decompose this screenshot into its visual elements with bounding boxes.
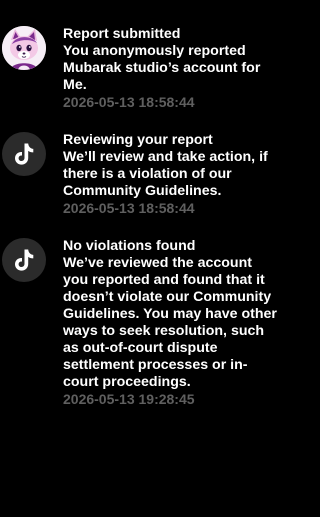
notification-timestamp: 2026-05-13 19:28:45 (63, 391, 195, 407)
tiktok-logo-icon (15, 143, 34, 165)
tiktok-avatar (2, 132, 46, 176)
user-avatar[interactable] (2, 26, 46, 70)
notification-timestamp: 2026-05-13 18:58:44 (63, 200, 195, 216)
notification-feed: Report submitted You anonymously reporte… (0, 0, 289, 517)
tiktok-logo-icon (15, 249, 34, 271)
notification-title: Reviewing your report (63, 132, 213, 148)
notification-content: Reviewing your report We’ll review and t… (63, 132, 281, 217)
notification-content: No violations found We’ve reviewed the a… (63, 238, 281, 408)
notification-title: No violations found (63, 238, 196, 254)
notification-item-no-violations[interactable]: No violations found We’ve reviewed the a… (0, 238, 289, 408)
tiktok-avatar (2, 238, 46, 282)
notification-title: Report submitted (63, 26, 181, 42)
notification-timestamp: 2026-05-13 18:58:44 (63, 94, 195, 110)
notification-body: We’ll review and take action, if there i… (63, 149, 268, 199)
notification-item-report-submitted[interactable]: Report submitted You anonymously reporte… (0, 26, 289, 111)
notification-body: You anonymously reported Mubarak studio’… (63, 43, 261, 93)
cartoon-fox-avatar-icon (2, 26, 46, 70)
notification-item-reviewing-report[interactable]: Reviewing your report We’ll review and t… (0, 132, 289, 217)
notification-content: Report submitted You anonymously reporte… (63, 26, 281, 111)
notification-body: We’ve reviewed the account you reported … (63, 255, 277, 390)
